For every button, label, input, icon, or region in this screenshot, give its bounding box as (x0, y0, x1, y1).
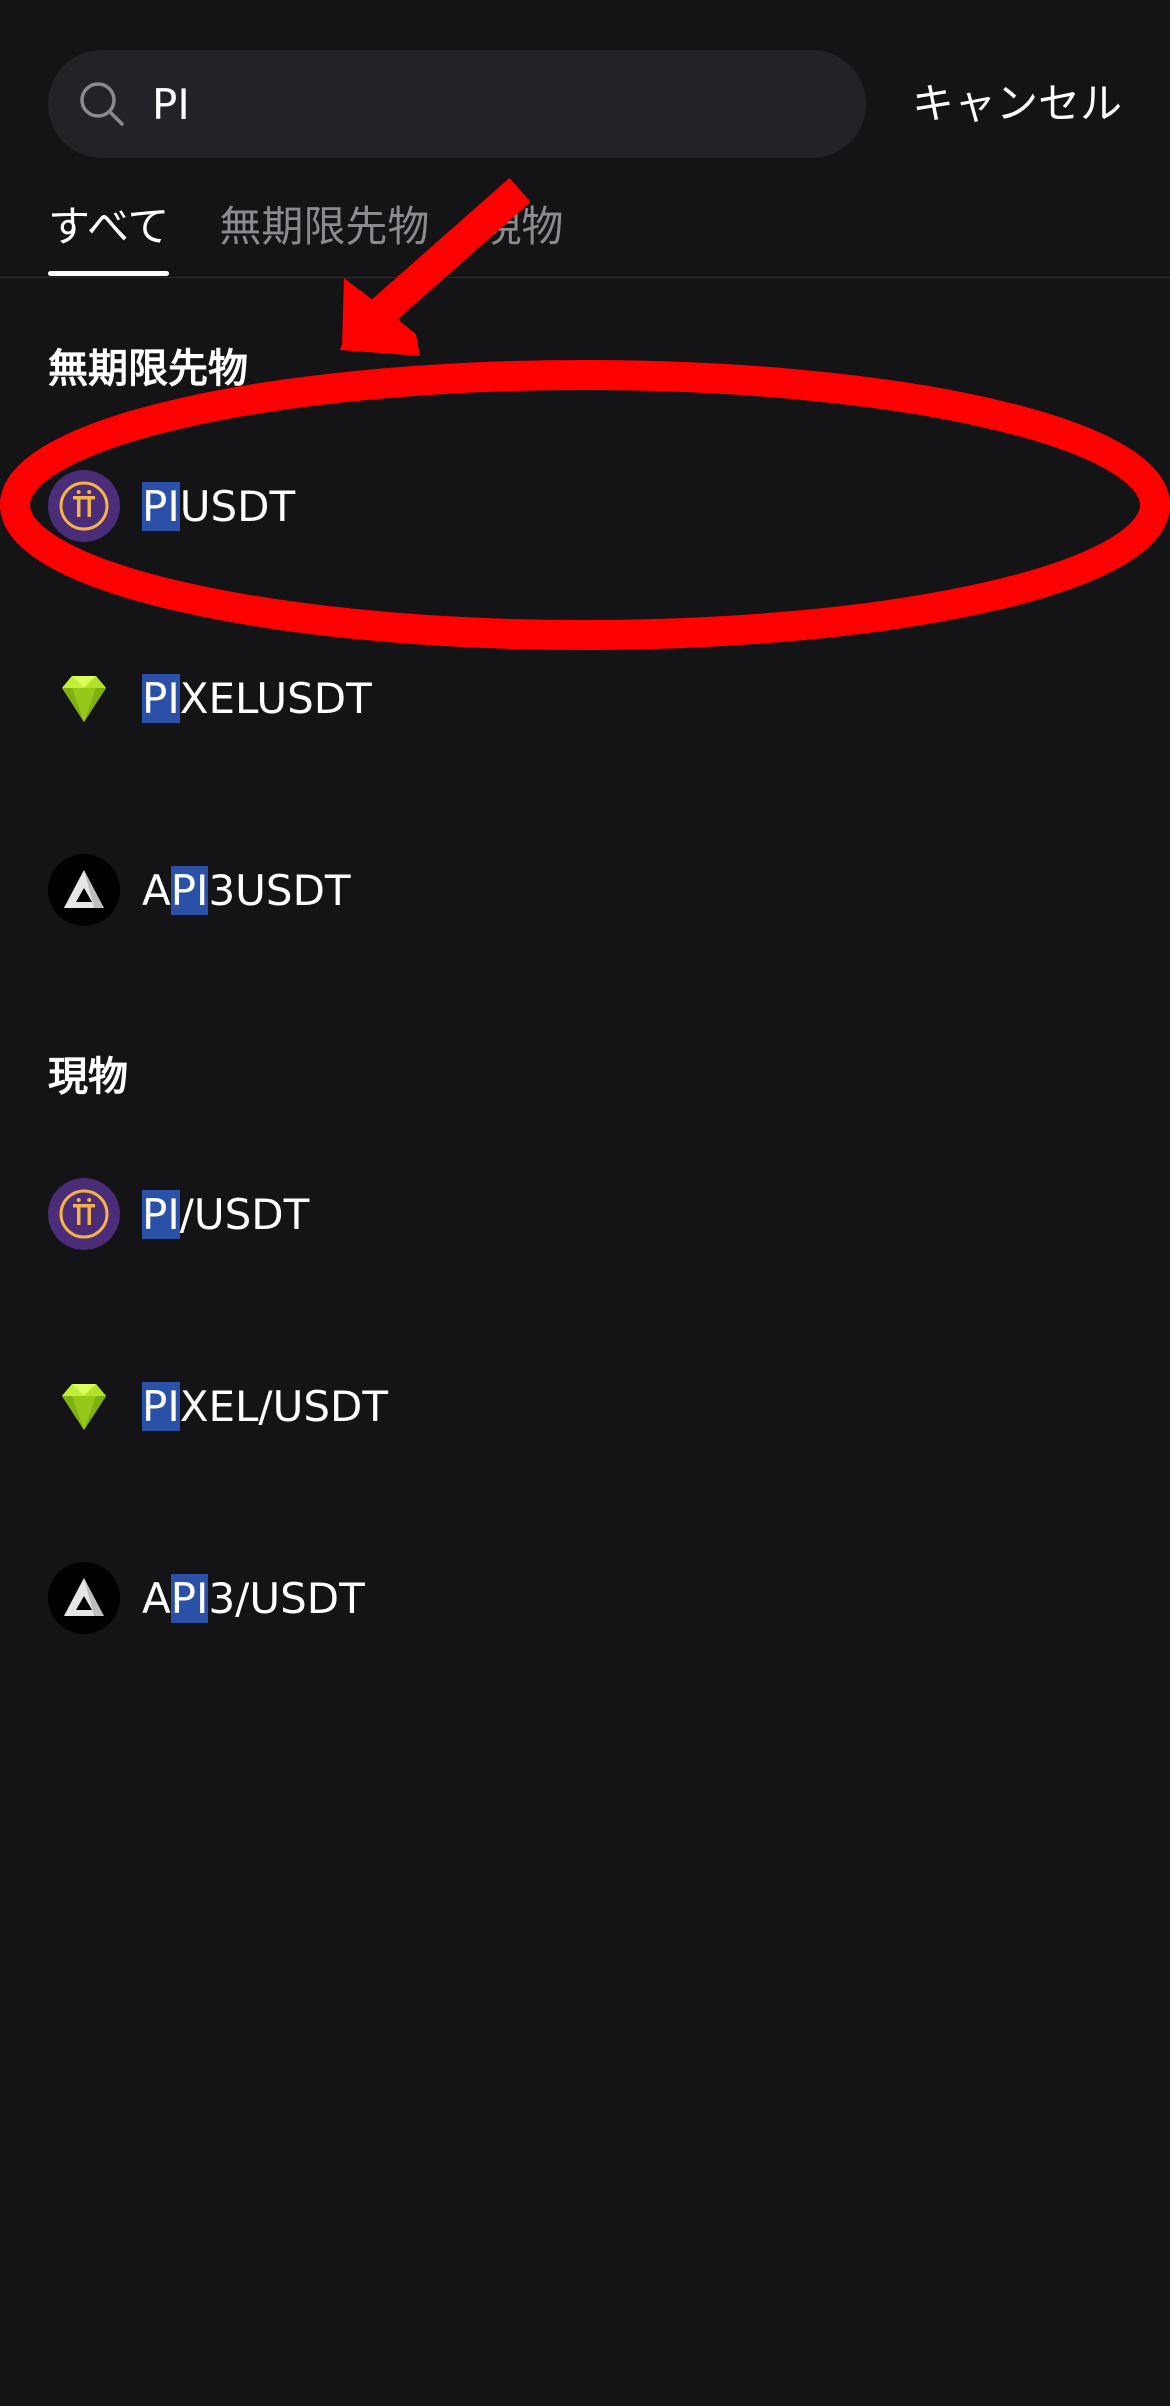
match-highlight: PI (170, 865, 209, 915)
tab-spot[interactable]: 現物 (479, 192, 563, 276)
api3-icon (48, 1562, 120, 1634)
api3-icon (48, 854, 120, 926)
list-item[interactable]: PIXELUSDT (48, 658, 372, 738)
section-title-perpetual-futures: 無期限先物 (48, 346, 248, 392)
symbol-label: PIXEL/USDT (142, 1381, 388, 1431)
list-item[interactable]: API3/USDT (48, 1558, 365, 1638)
search-icon (80, 82, 124, 126)
annotation-arrow-head (342, 278, 418, 354)
match-highlight: PI (142, 1381, 180, 1431)
tabs-divider (0, 277, 1170, 278)
gem-icon (62, 1384, 106, 1430)
symbol-label: PIUSDT (142, 481, 296, 531)
tab-perpetual-futures[interactable]: 無期限先物 (219, 192, 429, 276)
match-highlight: PI (170, 1573, 209, 1623)
cancel-button[interactable]: キャンセル (912, 72, 1122, 136)
annotation-arrow-head-fill (340, 290, 420, 356)
search-box[interactable] (48, 50, 866, 158)
pi-coin-icon (48, 470, 120, 542)
list-item[interactable]: PIUSDT (48, 466, 295, 546)
category-tabs: すべて 無期限先物 現物 (48, 192, 613, 276)
section-title-spot: 現物 (48, 1054, 128, 1100)
search-input[interactable] (152, 79, 812, 129)
list-item[interactable]: API3USDT (48, 850, 351, 930)
match-highlight: PI (142, 673, 180, 723)
match-highlight: PI (142, 1189, 180, 1239)
search-screen: キャンセル すべて 無期限先物 現物 無期限先物 PIUSDT PIXELUSD… (0, 0, 1170, 2406)
symbol-label: API3USDT (142, 865, 351, 915)
symbol-label: PIXELUSDT (142, 673, 372, 723)
gem-icon (62, 676, 106, 722)
symbol-label: PI/USDT (142, 1189, 310, 1239)
tab-all[interactable]: すべて (48, 192, 170, 276)
match-highlight: PI (142, 481, 180, 531)
list-item[interactable]: PI/USDT (48, 1174, 309, 1254)
symbol-label: API3/USDT (142, 1573, 365, 1623)
pi-coin-icon (48, 1178, 120, 1250)
list-item[interactable]: PIXEL/USDT (48, 1366, 388, 1446)
